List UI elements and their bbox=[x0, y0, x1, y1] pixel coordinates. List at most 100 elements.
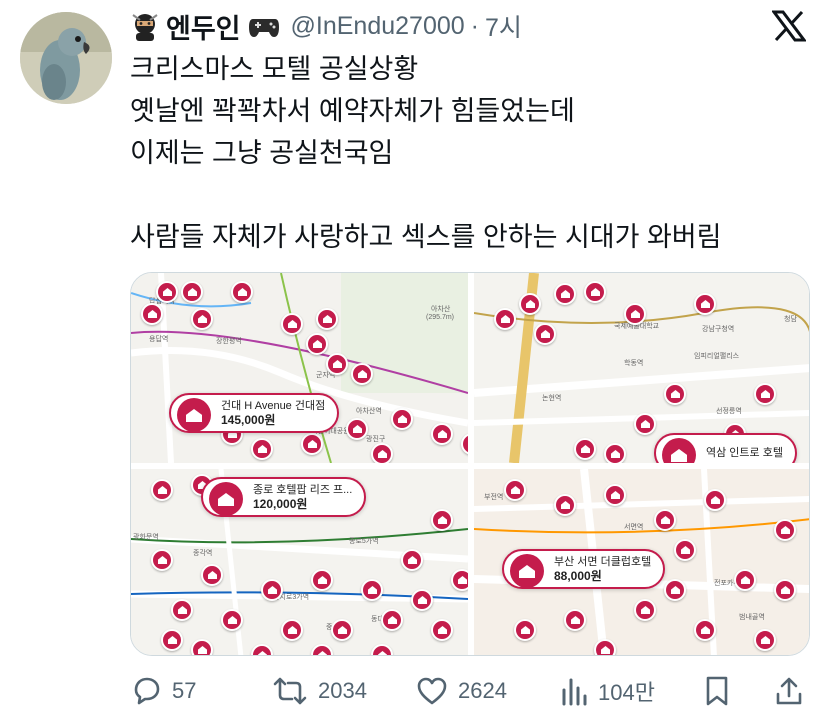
hotel-marker-icon[interactable] bbox=[281, 619, 303, 641]
hotel-pin-icon bbox=[177, 398, 211, 432]
hotel-marker-icon[interactable] bbox=[361, 579, 383, 601]
hotel-price-callout[interactable]: 역삼 인트로 호텔 bbox=[654, 433, 797, 463]
views-chart-icon bbox=[562, 678, 587, 706]
hotel-marker-icon[interactable] bbox=[494, 308, 516, 330]
hotel-marker-icon[interactable] bbox=[381, 609, 403, 631]
hotel-marker-icon[interactable] bbox=[604, 484, 626, 506]
hotel-marker-icon[interactable] bbox=[191, 639, 213, 655]
hotel-marker-icon[interactable] bbox=[326, 353, 348, 375]
parrot-avatar-icon bbox=[20, 12, 112, 104]
hotel-marker-icon[interactable] bbox=[664, 579, 686, 601]
hotel-marker-icon[interactable] bbox=[554, 494, 576, 516]
hotel-marker-icon[interactable] bbox=[664, 383, 686, 405]
hotel-pin-icon bbox=[209, 482, 243, 516]
hotel-price-callout[interactable]: 건대 H Avenue 건대점 145,000원 bbox=[169, 393, 340, 433]
hotel-marker-icon[interactable] bbox=[774, 579, 796, 601]
hotel-marker-icon[interactable] bbox=[301, 433, 323, 455]
hotel-price-callout[interactable]: 종로 호텔팝 리즈 프... 120,000원 bbox=[201, 477, 367, 517]
hotel-marker-icon[interactable] bbox=[774, 519, 796, 541]
hotel-marker-icon[interactable] bbox=[694, 619, 716, 641]
avatar[interactable] bbox=[20, 12, 112, 104]
hotel-marker-icon[interactable] bbox=[311, 569, 333, 591]
hotel-marker-icon[interactable] bbox=[754, 629, 776, 651]
retweet-icon bbox=[273, 677, 307, 705]
tweet-line: 크리스마스 모텔 공실상황 bbox=[130, 54, 419, 84]
hotel-marker-icon[interactable] bbox=[351, 363, 373, 385]
hotel-price-callout[interactable]: 부산 서면 더클럽호텔 88,000원 bbox=[502, 549, 666, 589]
hotel-marker-icon[interactable] bbox=[181, 281, 203, 303]
share-button[interactable] bbox=[774, 672, 804, 710]
hotel-marker-icon[interactable] bbox=[191, 308, 213, 330]
hotel-marker-icon[interactable] bbox=[431, 423, 453, 445]
hotel-marker-icon[interactable] bbox=[151, 549, 173, 571]
hotel-marker-icon[interactable] bbox=[704, 489, 726, 511]
x-logo-icon bbox=[772, 10, 806, 42]
hotel-marker-icon[interactable] bbox=[371, 443, 393, 463]
hotel-marker-icon[interactable] bbox=[281, 313, 303, 335]
hotel-marker-icon[interactable] bbox=[604, 443, 626, 463]
views-button[interactable]: 104만 bbox=[560, 672, 655, 710]
hotel-marker-icon[interactable] bbox=[431, 619, 453, 641]
user-handle[interactable]: @InEndu27000 bbox=[291, 12, 465, 41]
hotel-marker-icon[interactable] bbox=[346, 418, 368, 440]
map-image-3[interactable]: 광화문역 종각역 종로5가역 을지로3가역 중구 동대문역 종로 호텔팝 리즈 … bbox=[131, 469, 468, 655]
hotel-marker-icon[interactable] bbox=[654, 509, 676, 531]
hotel-marker-icon[interactable] bbox=[451, 569, 468, 591]
hotel-marker-icon[interactable] bbox=[171, 599, 193, 621]
hotel-marker-icon[interactable] bbox=[584, 281, 606, 303]
action-bar: 57 2034 2624 104만 bbox=[130, 672, 810, 710]
hotel-marker-icon[interactable] bbox=[411, 589, 433, 611]
hotel-marker-icon[interactable] bbox=[694, 293, 716, 315]
map-label: 부전역 bbox=[484, 492, 503, 501]
hotel-marker-icon[interactable] bbox=[754, 383, 776, 405]
map-label: 임피리얼팰리스 bbox=[694, 351, 740, 360]
hotel-marker-icon[interactable] bbox=[634, 413, 656, 435]
hotel-marker-icon[interactable] bbox=[519, 293, 541, 315]
hotel-marker-icon[interactable] bbox=[554, 283, 576, 305]
map-image-4[interactable]: 서면역 부전역 범내골역 전포카페거리 부산 서면 더클럽호텔 88,000원 bbox=[474, 469, 809, 655]
hotel-price: 120,000원 bbox=[253, 497, 308, 511]
hotel-marker-icon[interactable] bbox=[316, 308, 338, 330]
hotel-marker-icon[interactable] bbox=[201, 564, 223, 586]
hotel-marker-icon[interactable] bbox=[306, 333, 328, 355]
hotel-marker-icon[interactable] bbox=[514, 619, 536, 641]
display-name[interactable]: 엔두인 bbox=[166, 7, 241, 46]
hotel-marker-icon[interactable] bbox=[564, 609, 586, 631]
bookmark-button[interactable] bbox=[704, 672, 730, 710]
hotel-marker-icon[interactable] bbox=[391, 408, 413, 430]
hotel-marker-icon[interactable] bbox=[331, 619, 353, 641]
hotel-marker-icon[interactable] bbox=[624, 303, 646, 325]
hotel-marker-icon[interactable] bbox=[431, 509, 453, 531]
map-label: 아차산역 bbox=[356, 406, 382, 415]
hotel-marker-icon[interactable] bbox=[734, 569, 756, 591]
hotel-marker-icon[interactable] bbox=[221, 609, 243, 631]
hotel-marker-icon[interactable] bbox=[534, 323, 556, 345]
hotel-marker-icon[interactable] bbox=[141, 303, 163, 325]
hotel-marker-icon[interactable] bbox=[251, 438, 273, 460]
hotel-marker-icon[interactable] bbox=[504, 479, 526, 501]
hotel-marker-icon[interactable] bbox=[401, 549, 423, 571]
map-label: 광화문역 bbox=[133, 532, 159, 541]
hotel-marker-icon[interactable] bbox=[231, 281, 253, 303]
hotel-marker-icon[interactable] bbox=[261, 579, 283, 601]
hotel-marker-icon[interactable] bbox=[574, 438, 596, 460]
media-grid[interactable]: 답십리역 용답역 장한평역 군자역 아차산 (295.7m) 아차산역 광진구 … bbox=[130, 272, 810, 656]
hotel-name: 역삼 인트로 호텔 bbox=[706, 447, 783, 459]
map-image-1[interactable]: 답십리역 용답역 장한평역 군자역 아차산 (295.7m) 아차산역 광진구 … bbox=[131, 273, 468, 463]
hotel-marker-icon[interactable] bbox=[594, 639, 616, 655]
tweet-header: 엔두인 @InEndu27000 · 7시 bbox=[130, 8, 522, 44]
retweet-button[interactable]: 2034 bbox=[272, 672, 367, 710]
hotel-marker-icon[interactable] bbox=[634, 599, 656, 621]
hotel-marker-icon[interactable] bbox=[674, 539, 696, 561]
separator-dot: · bbox=[470, 11, 479, 40]
reply-button[interactable]: 57 bbox=[130, 672, 196, 710]
post-time[interactable]: 7시 bbox=[485, 8, 522, 44]
like-button[interactable]: 2624 bbox=[416, 672, 507, 710]
map-label: 장한평역 bbox=[216, 336, 242, 345]
hotel-pin-icon bbox=[662, 438, 696, 463]
map-image-2[interactable]: 국제예술대학교 강남구청역 임피리얼팰리스 선정릉역 논현역 학동역 청담 역삼… bbox=[474, 273, 809, 463]
hotel-marker-icon[interactable] bbox=[151, 479, 173, 501]
hotel-marker-icon[interactable] bbox=[161, 629, 183, 651]
map-label: 선정릉역 bbox=[716, 406, 742, 415]
hotel-marker-icon[interactable] bbox=[156, 281, 178, 303]
